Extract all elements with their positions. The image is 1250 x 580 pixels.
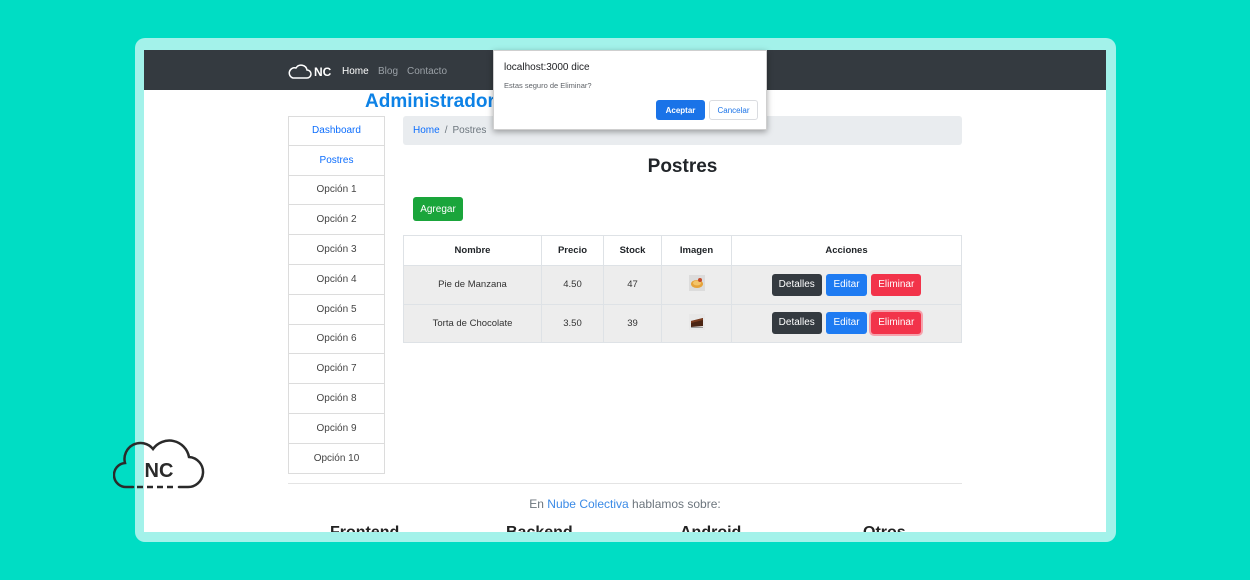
column-header-nombre: Nombre — [403, 235, 542, 266]
nube-colectiva-link[interactable]: Nube Colectiva — [547, 497, 628, 511]
sidebar-item-dashboard[interactable]: Dashboard — [288, 116, 385, 146]
brand-text: NC — [314, 65, 332, 79]
dialog-cancel-button[interactable]: Cancelar — [709, 100, 758, 120]
sidebar-item-opcion-3[interactable]: Opción 3 — [288, 235, 385, 265]
breadcrumb-separator: / — [444, 125, 448, 136]
table-row: Pie de Manzana 4.50 47 Detalles Editar E… — [403, 265, 962, 305]
cell-stock: 39 — [603, 303, 662, 343]
dialog-message: Estas seguro de Eliminar? — [504, 81, 592, 90]
nav-link-contacto[interactable]: Contacto — [407, 66, 447, 77]
footer-category-otros: Otros — [863, 524, 906, 532]
footer-category-android: Android — [680, 524, 741, 532]
sidebar-item-postres[interactable]: Postres — [288, 145, 385, 176]
page-title: Postres — [647, 156, 718, 177]
cell-acciones: Detalles Editar Eliminar — [731, 303, 962, 343]
sidebar-item-opcion-8[interactable]: Opción 8 — [288, 384, 385, 414]
footer-category-backend: Backend — [506, 524, 573, 532]
column-header-precio: Precio — [541, 235, 604, 266]
footer-prefix: En — [529, 497, 544, 511]
column-header-imagen: Imagen — [661, 235, 732, 266]
cell-imagen — [661, 265, 732, 305]
cell-precio: 4.50 — [541, 265, 604, 305]
sidebar-item-opcion-2[interactable]: Opción 2 — [288, 205, 385, 236]
add-button[interactable]: Agregar — [413, 197, 463, 221]
cell-precio: 3.50 — [541, 303, 604, 343]
footer-category-frontend: Frontend — [330, 524, 399, 532]
edit-button[interactable]: Editar — [826, 273, 867, 296]
dialog-title: localhost:3000 dice — [504, 62, 590, 73]
footer-tagline: En Nube Colectiva hablamos sobre: — [288, 497, 962, 511]
details-button[interactable]: Detalles — [771, 312, 822, 335]
cell-stock: 47 — [603, 265, 662, 305]
column-header-acciones: Acciones — [731, 235, 962, 266]
table-header-row: Nombre Precio Stock Imagen Acciones — [403, 235, 962, 266]
sidebar: Dashboard Postres Opción 1 Opción 2 Opción 3… — [288, 116, 385, 474]
nc-watermark-text: NC — [145, 460, 174, 482]
nc-cloud-watermark-icon: NC — [113, 439, 205, 489]
admin-title: Administrador — [365, 91, 495, 112]
delete-button[interactable]: Eliminar — [871, 273, 922, 296]
sidebar-item-opcion-10[interactable]: Opción 10 — [288, 443, 385, 474]
delete-button[interactable]: Eliminar — [871, 312, 922, 335]
cell-nombre: Pie de Manzana — [403, 265, 542, 305]
sidebar-item-opcion-4[interactable]: Opción 4 — [288, 264, 385, 295]
sidebar-item-opcion-9[interactable]: Opción 9 — [288, 413, 385, 444]
table-row: Torta de Chocolate 3.50 39 Detalles Edit… — [403, 303, 962, 343]
nav-link-blog[interactable]: Blog — [378, 66, 398, 77]
details-button[interactable]: Detalles — [771, 273, 822, 296]
cell-acciones: Detalles Editar Eliminar — [731, 265, 962, 305]
breadcrumb-home-link[interactable]: Home — [413, 125, 440, 136]
cell-nombre: Torta de Chocolate — [403, 303, 542, 343]
sidebar-item-opcion-1[interactable]: Opción 1 — [288, 175, 385, 206]
confirm-dialog: localhost:3000 dice Estas seguro de Elim… — [493, 50, 767, 130]
nav-link-home[interactable]: Home — [342, 66, 369, 77]
breadcrumb-current: Postres — [452, 125, 487, 136]
sidebar-item-opcion-6[interactable]: Opción 6 — [288, 324, 385, 355]
desserts-table: Nombre Precio Stock Imagen Acciones Pie … — [403, 235, 962, 343]
apple-pie-thumbnail-icon — [688, 275, 705, 292]
column-header-stock: Stock — [603, 235, 662, 266]
dialog-accept-button[interactable]: Aceptar — [656, 100, 705, 120]
edit-button[interactable]: Editar — [826, 312, 867, 335]
chocolate-cake-thumbnail-icon — [688, 313, 705, 330]
cell-imagen — [661, 303, 732, 343]
footer-divider — [288, 483, 962, 484]
cloud-icon — [288, 64, 312, 79]
sidebar-item-opcion-5[interactable]: Opción 5 — [288, 294, 385, 325]
sidebar-item-opcion-7[interactable]: Opción 7 — [288, 354, 385, 385]
brand-logo[interactable]: NC — [288, 63, 331, 81]
footer-suffix: hablamos sobre: — [632, 497, 721, 511]
